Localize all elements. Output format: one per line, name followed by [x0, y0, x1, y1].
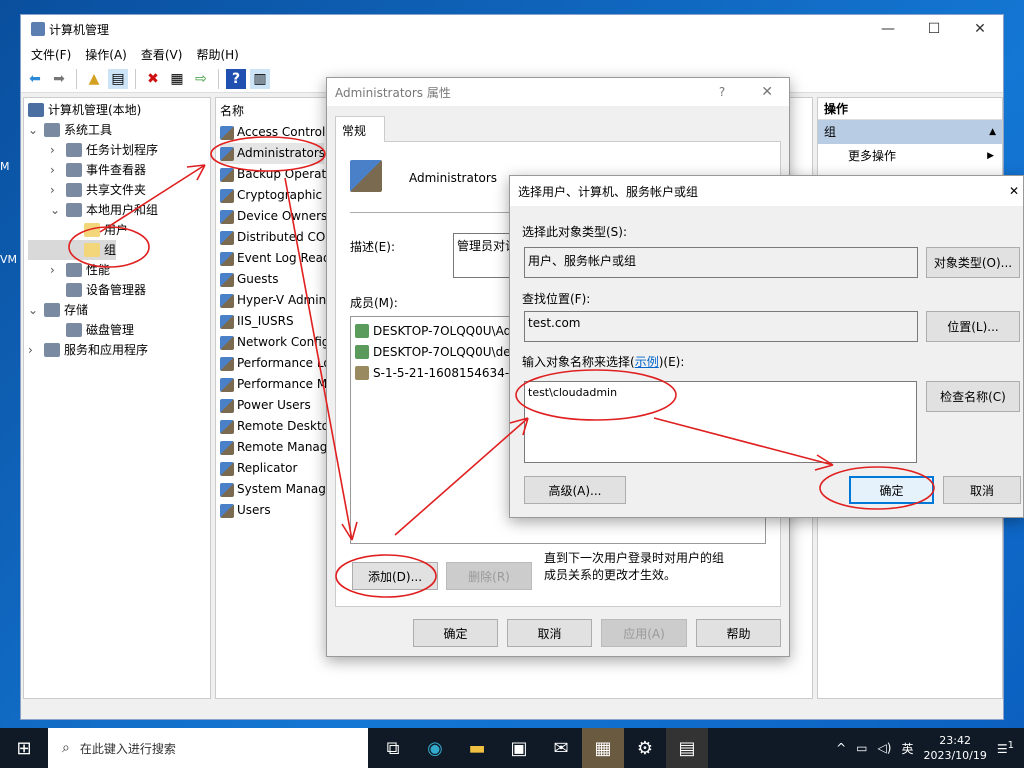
annotation-circle-administrators — [210, 136, 326, 172]
network-icon[interactable]: ▭ — [856, 741, 867, 755]
computer-management-taskbar-icon[interactable]: ▦ — [582, 728, 624, 768]
notification-count: 1 — [1007, 740, 1014, 751]
annotation-circle-add — [335, 554, 437, 598]
annotation-arrow-1 — [99, 164, 206, 233]
annotation-circle-group — [68, 226, 150, 268]
red-annotations — [68, 136, 935, 598]
notification-icon[interactable]: ☰1 — [997, 740, 1014, 756]
tab-general[interactable]: 常规 — [335, 116, 385, 142]
ime-indicator[interactable]: 英 — [901, 740, 913, 757]
annotation-circle-ok — [819, 466, 935, 510]
volume-icon[interactable]: ◁) — [878, 741, 892, 755]
start-button[interactable]: ⊞ — [0, 728, 48, 768]
search-icon: ⌕ — [62, 740, 70, 756]
clock[interactable]: 23:42 2023/10/19 — [923, 733, 986, 763]
computer-management-taskbar-icon-2[interactable]: ▤ — [666, 728, 708, 768]
time: 23:42 — [939, 734, 971, 747]
date: 2023/10/19 — [923, 749, 987, 762]
system-tray: ^ ▭ ◁) 英 23:42 2023/10/19 ☰1 — [836, 733, 1024, 763]
show-hidden-icons[interactable]: ^ — [836, 741, 846, 755]
search-box[interactable]: ⌕ 在此键入进行搜索 — [48, 728, 368, 768]
annotation-circle-name — [515, 369, 677, 421]
file-explorer-icon[interactable]: ▬ — [456, 728, 498, 768]
mail-icon[interactable]: ✉ — [540, 728, 582, 768]
settings-icon[interactable]: ⚙ — [624, 728, 666, 768]
edge-icon[interactable]: ◉ — [414, 728, 456, 768]
search-placeholder: 在此键入进行搜索 — [79, 741, 176, 756]
annotation-arrow-3 — [394, 417, 529, 536]
annotation-arrow-4 — [653, 417, 834, 471]
store-icon[interactable]: ▣ — [498, 728, 540, 768]
annotation-arrow-2 — [284, 177, 358, 541]
task-view-icon[interactable]: ⧉ — [372, 728, 414, 768]
taskbar: ⊞ ⌕ 在此键入进行搜索 ⧉ ◉ ▬ ▣ ✉ ▦ ⚙ ▤ ^ ▭ ◁) 英 23… — [0, 728, 1024, 768]
